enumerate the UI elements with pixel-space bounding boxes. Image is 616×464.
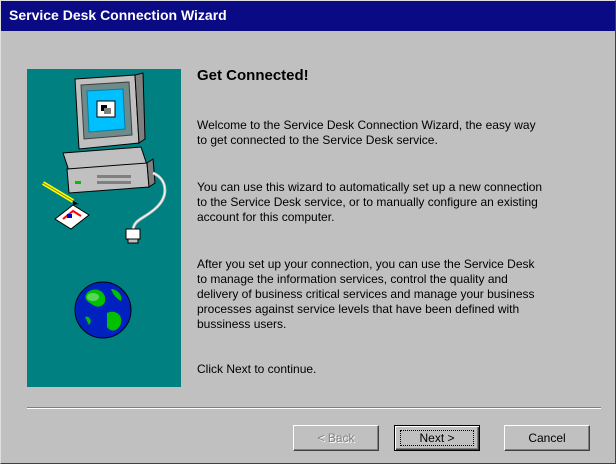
instruction-paragraph: Click Next to continue. bbox=[197, 362, 317, 376]
cancel-button-label: Cancel bbox=[528, 431, 566, 445]
footer-separator bbox=[27, 407, 601, 409]
next-button[interactable]: Next > bbox=[394, 425, 480, 451]
title-bar[interactable]: Service Desk Connection Wizard bbox=[1, 1, 615, 31]
focus-rectangle bbox=[400, 430, 474, 446]
details-paragraph: After you set up your connection, you ca… bbox=[197, 257, 535, 331]
globe-icon bbox=[74, 281, 132, 339]
wizard-illustration bbox=[41, 72, 167, 339]
window-title: Service Desk Connection Wizard bbox=[9, 7, 227, 23]
computer-icon bbox=[62, 72, 156, 194]
wizard-graphic-panel bbox=[27, 69, 181, 387]
intro-paragraph: Welcome to the Service Desk Connection W… bbox=[197, 118, 536, 147]
back-button[interactable]: < Back bbox=[293, 425, 379, 451]
cancel-button[interactable]: Cancel bbox=[504, 425, 590, 451]
page-heading: Get Connected! bbox=[197, 67, 309, 84]
wizard-window: Service Desk Connection Wizard Get Conne… bbox=[0, 0, 616, 464]
back-button-label: < Back bbox=[317, 431, 355, 445]
envelope-icon bbox=[54, 204, 90, 230]
usage-paragraph: You can use this wizard to automatically… bbox=[197, 180, 543, 224]
